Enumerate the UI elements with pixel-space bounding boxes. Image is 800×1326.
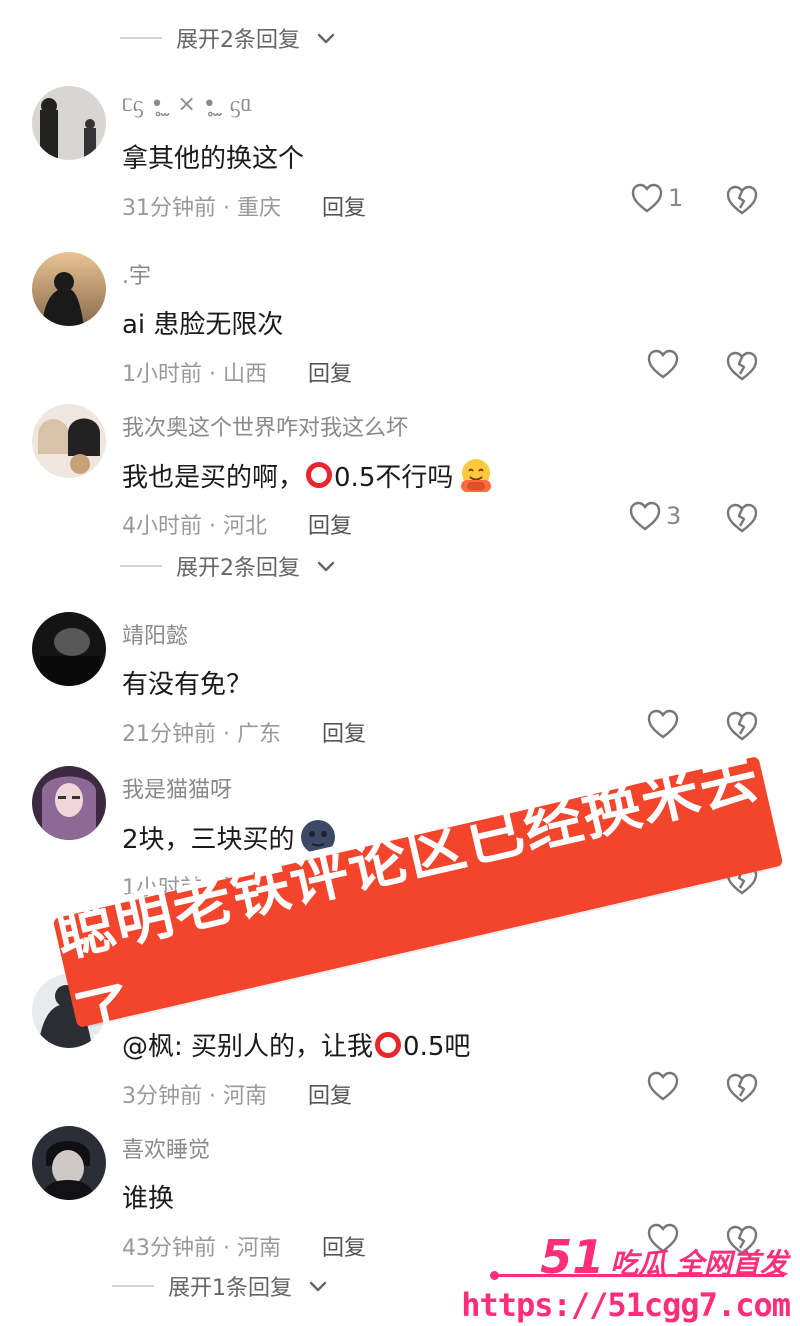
expand-replies-label: 展开2条回复 xyxy=(176,556,300,581)
broken-heart-icon xyxy=(726,1073,758,1103)
comment-username[interactable]: 我次奥这个世界咋对我这么坏 xyxy=(122,410,408,442)
divider xyxy=(112,1285,154,1287)
reply-button[interactable]: 回复 xyxy=(322,1236,366,1261)
comment-text: 拿其他的换这个 xyxy=(122,144,305,174)
like-button[interactable]: 3 xyxy=(628,500,681,532)
divider xyxy=(120,565,162,567)
dislike-button[interactable] xyxy=(724,1072,760,1104)
comment-meta: 4小时前 · 河北 回复 xyxy=(122,514,353,539)
comment-text: 谁换 xyxy=(122,1184,175,1214)
divider xyxy=(120,37,162,39)
comment-location: 河北 xyxy=(223,514,268,539)
comment-text-part: 我也是买的啊， xyxy=(122,462,305,493)
red-circle-emoji-icon xyxy=(375,1031,402,1058)
reply-button[interactable]: 回复 xyxy=(308,514,352,539)
expand-replies-button[interactable]: 展开2条回复 xyxy=(120,546,338,586)
like-button[interactable] xyxy=(646,1070,684,1102)
broken-heart-icon xyxy=(726,185,758,215)
heart-icon xyxy=(647,709,679,739)
red-circle-emoji-icon xyxy=(306,462,333,488)
like-button[interactable]: 1 xyxy=(630,182,683,214)
comment-text-part: 0.5不行吗 xyxy=(334,462,454,493)
chevron-down-icon xyxy=(314,554,338,578)
comment-text: 我也是买的啊， 0.5不行吗 xyxy=(122,456,495,494)
watermark-line xyxy=(490,1271,784,1280)
broken-heart-icon xyxy=(726,503,758,533)
reply-button[interactable]: 回复 xyxy=(322,722,366,747)
comment-location: 广东 xyxy=(237,722,282,747)
like-count: 1 xyxy=(668,184,684,212)
comment-text-part: 0.5吧 xyxy=(403,1032,471,1062)
avatar[interactable] xyxy=(32,404,106,478)
comment-text: 有没有免？ xyxy=(122,670,253,700)
like-button[interactable] xyxy=(646,348,684,380)
watermark-url: https://51cgg7.com xyxy=(461,1286,791,1324)
reply-button[interactable]: 回复 xyxy=(322,196,366,221)
like-button[interactable] xyxy=(646,708,684,740)
avatar[interactable] xyxy=(32,766,106,840)
comment-meta: 1小时前 · 山西 回复 xyxy=(122,362,353,387)
dislike-button[interactable] xyxy=(724,184,760,216)
comment-location: 山西 xyxy=(223,362,268,387)
comment-username[interactable]: 喜欢睡觉 xyxy=(122,1132,210,1164)
heart-icon xyxy=(629,501,661,531)
comment-text: ai 患脸无限次 xyxy=(122,310,284,340)
comment-item: .宇 ai 患脸无限次 1小时前 · 山西 回复 xyxy=(0,252,800,392)
comment-username[interactable]: ᥴᦓ •̥ ̫ × •̥ ̫ ᦓᥲ xyxy=(122,92,252,118)
dislike-button[interactable] xyxy=(724,502,760,534)
comment-time: 43分钟前 xyxy=(122,1236,216,1261)
comment-meta: 31分钟前 · 重庆 回复 xyxy=(122,196,367,221)
expand-replies-button[interactable]: 展开2条回复 xyxy=(120,18,338,58)
comment-item: ᥴᦓ •̥ ̫ × •̥ ̫ ᦓᥲ 拿其他的换这个 31分钟前 · 重庆 回复 … xyxy=(0,86,800,226)
chevron-down-icon xyxy=(306,1274,330,1298)
avatar[interactable] xyxy=(32,86,106,160)
expand-replies-label: 展开2条回复 xyxy=(176,28,300,53)
comment-time: 4小时前 xyxy=(122,514,202,539)
watermark: 51 吃瓜 全网首发 https://51cgg7.com xyxy=(461,1230,794,1326)
avatar[interactable] xyxy=(32,252,106,326)
heart-icon xyxy=(647,1071,679,1101)
avatar[interactable] xyxy=(32,612,106,686)
comment-username[interactable]: .宇 xyxy=(122,258,151,290)
reply-button[interactable]: 回复 xyxy=(308,1084,352,1109)
comment-time: 31分钟前 xyxy=(122,196,216,221)
comment-item: 靖阳懿 有没有免？ 21分钟前 · 广东 回复 xyxy=(0,612,800,752)
comment-username[interactable]: 靖阳懿 xyxy=(122,618,188,650)
avatar[interactable] xyxy=(32,1126,106,1200)
comment-item: 我次奥这个世界咋对我这么坏 我也是买的啊， 0.5不行吗 4小时前 · 河北 回… xyxy=(0,404,800,544)
expand-replies-label: 展开1条回复 xyxy=(168,1276,292,1301)
expand-replies-button[interactable]: 展开1条回复 xyxy=(112,1266,330,1306)
comment-location: 重庆 xyxy=(237,196,282,221)
comment-meta: 3分钟前 · 河南 回复 xyxy=(122,1084,353,1109)
heart-icon xyxy=(631,183,663,213)
heart-icon xyxy=(647,349,679,379)
comment-meta: 21分钟前 · 广东 回复 xyxy=(122,722,367,747)
hugging-emoji-icon xyxy=(457,456,495,494)
chevron-down-icon xyxy=(314,26,338,50)
comment-username[interactable]: 我是猫猫呀 xyxy=(122,772,232,804)
comment-meta: 43分钟前 · 河南 回复 xyxy=(122,1236,367,1261)
broken-heart-icon xyxy=(726,351,758,381)
comment-location: 河南 xyxy=(223,1084,268,1109)
reply-button[interactable]: 回复 xyxy=(308,362,352,387)
comment-time: 21分钟前 xyxy=(122,722,216,747)
like-count: 3 xyxy=(666,502,682,530)
comment-location: 河南 xyxy=(237,1236,282,1261)
comment-time: 1小时前 xyxy=(122,362,202,387)
dislike-button[interactable] xyxy=(724,350,760,382)
comment-time: 3分钟前 xyxy=(122,1084,202,1109)
